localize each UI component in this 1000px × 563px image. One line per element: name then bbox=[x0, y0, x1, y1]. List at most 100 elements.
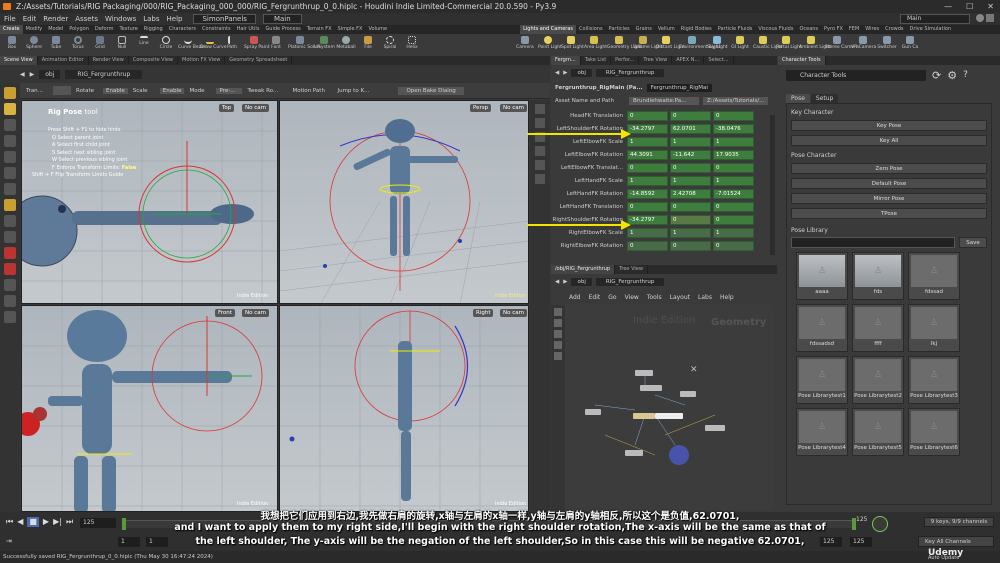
shelf-tab-lights-cameras[interactable]: Lights and Cameras bbox=[520, 25, 576, 34]
view-front-menu[interactable]: Front bbox=[215, 309, 235, 317]
shelf-tool-camera[interactable]: Camera bbox=[515, 36, 535, 56]
record-icon[interactable] bbox=[4, 247, 16, 259]
network-node[interactable] bbox=[680, 391, 696, 397]
nocam-menu-top[interactable]: No cam bbox=[242, 104, 269, 112]
network-editor[interactable]: Indie Edition Geometry ✕ bbox=[565, 305, 773, 510]
subtab-setup[interactable]: Setup bbox=[810, 94, 839, 103]
shelf-tab-vellum[interactable]: Vellum bbox=[655, 25, 678, 34]
menu-labs[interactable]: Labs bbox=[143, 15, 159, 23]
shelf-tool-tube[interactable]: Tube bbox=[46, 36, 66, 56]
net-menu-help[interactable]: Help bbox=[720, 294, 734, 301]
translate-button[interactable]: Tran... bbox=[26, 88, 48, 94]
shelf-tool-environment-light[interactable]: Environment Light bbox=[679, 36, 720, 56]
shelf-tab-rigging[interactable]: Rigging bbox=[141, 25, 166, 34]
shelf-tab-simple-fx[interactable]: Simple FX bbox=[335, 25, 366, 34]
shelf-tool-lsystem[interactable]: L-System bbox=[314, 36, 335, 56]
tab-scene-view[interactable]: Scene View bbox=[0, 56, 38, 65]
shelf-tool-box[interactable]: Box bbox=[2, 36, 22, 56]
shelf-tool-caustic-light[interactable]: Caustic Light bbox=[753, 36, 782, 56]
tweak-rotation-checkbox[interactable]: Tweak Ro... bbox=[247, 88, 287, 94]
pose-library-item[interactable]: ♙ Pose Librarytest3 bbox=[908, 356, 960, 404]
zero-pose-button[interactable]: Zero Pose bbox=[791, 163, 987, 174]
pose-library-item[interactable]: ♙ Pose Librarytest1 bbox=[796, 356, 848, 404]
shelf-tab-polygon[interactable]: Polygon bbox=[66, 25, 92, 34]
net-menu-labs[interactable]: Labs bbox=[698, 294, 712, 301]
maximize-icon[interactable]: ☐ bbox=[966, 0, 973, 13]
param-path-object[interactable]: RIG_Fergrunthrup bbox=[595, 69, 665, 77]
refresh-icon[interactable]: ⟳ bbox=[932, 69, 941, 82]
asset-name-field[interactable]: Brundlehwaite:Pa... bbox=[629, 96, 699, 105]
pose-library-item[interactable]: ♙ fdssadsd bbox=[796, 304, 848, 352]
net-template-icon[interactable] bbox=[554, 341, 562, 349]
shelf-tab-modify[interactable]: Modify bbox=[23, 25, 46, 34]
pose-library-item[interactable]: ♙ fdssad bbox=[908, 252, 960, 300]
tab-composite-view[interactable]: Composite View bbox=[129, 56, 178, 65]
nocam-menu-front[interactable]: No cam bbox=[242, 309, 269, 317]
help-icon[interactable]: ? bbox=[963, 70, 968, 80]
path-object[interactable]: RIG_Fergrunthrup bbox=[65, 69, 143, 79]
shelf-tool-distant-light[interactable]: Distant Light bbox=[656, 36, 685, 56]
shelf-tool-switcher[interactable]: Switcher bbox=[877, 36, 897, 56]
viewport-front[interactable]: Front No cam Indie Edition bbox=[21, 305, 278, 512]
shelf-tool-volume-light[interactable]: Volume Light bbox=[633, 36, 662, 56]
shelf-tab-grains[interactable]: Grains bbox=[633, 25, 655, 34]
shelf-tool-null[interactable]: Null bbox=[112, 36, 132, 56]
pose-tool-icon[interactable] bbox=[4, 103, 16, 115]
net-back-icon[interactable]: ◀ bbox=[555, 279, 559, 285]
menu-edit[interactable]: Edit bbox=[23, 15, 37, 23]
path-root[interactable]: obj bbox=[39, 69, 61, 79]
default-pose-button[interactable]: Default Pose bbox=[791, 178, 987, 189]
menu-render[interactable]: Render bbox=[43, 15, 68, 23]
param-path-root[interactable]: obj bbox=[571, 69, 592, 77]
tab-tree-view[interactable]: Tree View bbox=[639, 56, 673, 65]
shelf-tool-spiral[interactable]: Spiral bbox=[380, 36, 400, 56]
enable-rotate-toggle[interactable]: Enable bbox=[103, 87, 128, 94]
net-menu-edit[interactable]: Edit bbox=[589, 294, 601, 301]
minimize-icon[interactable]: — bbox=[944, 0, 952, 13]
shelf-tool-font[interactable]: Font bbox=[266, 36, 286, 56]
net-menu-view[interactable]: View bbox=[625, 294, 639, 301]
view-persp-menu[interactable]: Persp bbox=[470, 104, 492, 112]
snap-icon[interactable] bbox=[4, 167, 16, 179]
close-icon[interactable]: ✕ bbox=[987, 0, 994, 13]
shelf-tool-ambient-light[interactable]: Ambient Light bbox=[799, 36, 831, 56]
shelf-tool-file[interactable]: File bbox=[358, 36, 378, 56]
back-arrow-icon[interactable]: ◀ bbox=[20, 71, 25, 78]
enable-scale-toggle[interactable]: Enable bbox=[159, 87, 185, 94]
param-back-icon[interactable]: ◀ bbox=[555, 70, 559, 76]
param-forward-icon[interactable]: ▶ bbox=[563, 70, 567, 76]
shelf-tool-draw-curve[interactable]: Draw Curve bbox=[200, 36, 226, 56]
desktop-main-select[interactable]: Main bbox=[262, 14, 302, 24]
tab-select[interactable]: Select... bbox=[704, 56, 734, 65]
nocam-menu-persp[interactable]: No cam bbox=[500, 104, 527, 112]
shelf-tool-helix[interactable]: Helix bbox=[402, 36, 422, 56]
tab-character-tools[interactable]: Character Tools bbox=[778, 56, 826, 65]
pose-library-item[interactable]: ♙ Pose Librarytest5 bbox=[852, 408, 904, 456]
ghost-icon[interactable] bbox=[4, 231, 16, 243]
settings-gear-icon[interactable]: ⚙ bbox=[947, 69, 957, 82]
node-name-field[interactable]: Fergrunthrup_RigMai bbox=[646, 83, 712, 92]
main-desktop-select-right[interactable]: Main bbox=[900, 14, 970, 24]
network-node[interactable] bbox=[640, 385, 662, 391]
shelf-tool-area-light[interactable]: Area Light bbox=[584, 36, 607, 56]
shelf-tab-guide-process[interactable]: Guide Process bbox=[262, 25, 303, 34]
shelf-tool-vr-camera[interactable]: VR Camera bbox=[851, 36, 876, 56]
scale-button[interactable]: Scale bbox=[133, 88, 155, 94]
shelf-tab-terrain-fx[interactable]: Terrain FX bbox=[304, 25, 335, 34]
lock-icon[interactable] bbox=[4, 151, 16, 163]
view-top-menu[interactable]: Top bbox=[219, 104, 235, 112]
shelf-tool-point-light[interactable]: Point Light bbox=[538, 36, 562, 56]
tab-performance[interactable]: Perfor... bbox=[611, 56, 640, 65]
menu-assets[interactable]: Assets bbox=[75, 15, 98, 23]
shelf-tab-deform[interactable]: Deform bbox=[92, 25, 117, 34]
mirror-pose-button[interactable]: Mirror Pose bbox=[791, 193, 987, 204]
tpose-button[interactable]: TPose bbox=[791, 208, 987, 219]
forward-arrow-icon[interactable]: ▶ bbox=[30, 71, 35, 78]
network-node[interactable] bbox=[633, 413, 655, 419]
shelf-tool-sky-light[interactable]: Sky Light bbox=[707, 36, 728, 56]
key-icon[interactable] bbox=[4, 263, 16, 275]
network-node[interactable] bbox=[705, 425, 725, 431]
asset-path-field[interactable]: Z:/Assets/Tutorials/... bbox=[703, 96, 768, 105]
light-view-icon[interactable] bbox=[4, 311, 16, 323]
net-flag-icon[interactable] bbox=[554, 319, 562, 327]
